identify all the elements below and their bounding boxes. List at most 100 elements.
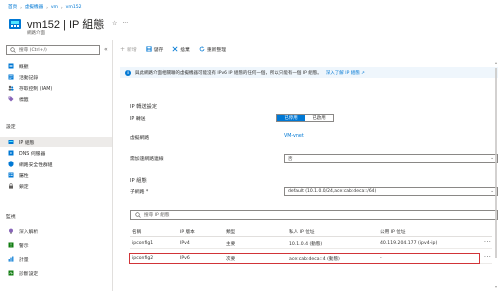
search-icon — [10, 47, 16, 53]
refresh-button-label: 重新整理 — [206, 47, 227, 53]
table-header: 名稱 IP 版本 類型 私人 IP 位址 公用 IP 位址 — [130, 227, 492, 237]
title-actions: ☆ ··· — [112, 20, 128, 27]
sidebar-item-label: IP 組態 — [19, 140, 35, 146]
collapse-menu-icon[interactable]: « — [104, 46, 108, 53]
row-more-icon[interactable]: ··· — [484, 254, 491, 261]
toggle-option-disabled[interactable]: 已停用 — [277, 115, 305, 121]
sidebar-item-access-control[interactable]: 存取控制 (IAM) — [0, 83, 112, 93]
sidebar-item-label: 深入解析 — [19, 229, 39, 235]
sidebar-item-insights[interactable]: 深入解析 — [0, 226, 112, 236]
column-header-ip-version[interactable]: IP 版本 — [180, 229, 195, 235]
sidebar-item-label: 診斷設定 — [19, 271, 39, 277]
sidebar-item-label: 標籤 — [19, 97, 29, 103]
page-subtitle: 網路介面 — [27, 31, 45, 36]
learn-more-link[interactable]: 深入了解 IP 組態 ↗ — [326, 70, 365, 76]
refresh-button[interactable]: 重新整理 — [199, 46, 226, 53]
resource-menu: 搜尋 (Ctrl+/) « 概觀 活動記錄 存取控制 (IAM) 標籤 設定 I… — [0, 40, 113, 291]
section-monitoring: 監視 — [6, 215, 16, 220]
info-icon: i — [125, 69, 131, 76]
tag-icon — [8, 96, 14, 102]
cell-private-ip: 10.1.0.4 (動態) — [289, 242, 323, 247]
plus-icon: + — [120, 45, 126, 53]
accelerated-networking-select[interactable]: 否 ⌄ — [284, 154, 498, 163]
column-header-type[interactable]: 類型 — [226, 229, 235, 235]
ip-configurations-heading: IP 組態 — [130, 178, 147, 184]
breadcrumb: 首頁 › 虛擬機器 › vm › vm152 — [8, 3, 82, 11]
sidebar-item-activity-log[interactable]: 活動記錄 — [0, 72, 112, 82]
properties-icon — [8, 172, 14, 178]
access-control-icon — [8, 85, 14, 91]
sidebar-item-diagnostic-settings[interactable]: 診斷設定 — [0, 268, 112, 278]
sidebar-item-label: 鎖定 — [19, 184, 29, 190]
sidebar-item-metrics[interactable]: 計量 — [0, 254, 112, 264]
sidebar-item-alerts[interactable]: 警示 — [0, 240, 112, 250]
section-settings: 設定 — [6, 125, 16, 130]
discard-button-label: 捨棄 — [180, 47, 190, 53]
ip-forwarding-label: IP 轉送 — [130, 117, 146, 122]
column-header-private-ip[interactable]: 私人 IP 位址 — [289, 229, 314, 235]
page-header: vm152 | IP 組態 網路介面 ☆ ··· — [8, 13, 308, 39]
sidebar-item-locks[interactable]: 鎖定 — [0, 181, 112, 191]
more-options-icon[interactable]: ··· — [122, 20, 128, 27]
breadcrumb-separator: › — [46, 4, 48, 10]
search-icon — [135, 212, 141, 218]
network-interface-icon — [9, 19, 21, 29]
accelerated-networking-label: 需加速網路連線 — [130, 157, 164, 162]
alerts-icon — [8, 242, 14, 248]
sidebar-item-network-security-group[interactable]: 網路安全性群組 — [0, 159, 112, 169]
sidebar-item-label: 網路安全性群組 — [19, 162, 53, 168]
sidebar-item-dns-servers[interactable]: D DNS 伺服器 — [0, 148, 112, 158]
sidebar-item-label: 存取控制 (IAM) — [19, 86, 53, 92]
column-header-public-ip[interactable]: 公用 IP 位址 — [380, 229, 405, 235]
command-bar: + 新增 儲存 捨棄 重新整理 — [114, 40, 500, 58]
row-more-icon[interactable]: ··· — [484, 239, 491, 246]
column-header-name[interactable]: 名稱 — [132, 229, 141, 235]
subnet-select[interactable]: default (10.1.0.0/24,ace:cab:deca::/64) … — [284, 187, 498, 196]
sidebar-item-overview[interactable]: 概觀 — [0, 61, 112, 71]
toggle-option-enabled[interactable]: 已啟用 — [305, 115, 333, 121]
sidebar-item-properties[interactable]: 屬性 — [0, 170, 112, 180]
sidebar-item-label: DNS 伺服器 — [19, 151, 46, 157]
cell-type: 主要 — [226, 242, 236, 247]
dns-icon: D — [8, 150, 14, 156]
cell-name: ipconfig1 — [132, 241, 154, 246]
subnet-value: default (10.1.0.0/24,ace:cab:deca::/64) — [288, 189, 377, 194]
add-button[interactable]: + 新增 — [120, 46, 137, 53]
breadcrumb-home[interactable]: 首頁 — [8, 4, 17, 10]
breadcrumb-virtual-machines[interactable]: 虛擬機器 — [25, 4, 43, 10]
pin-icon[interactable]: ☆ — [112, 20, 117, 27]
info-banner: i 與此網路介面相關聯的虛擬機器可能沒有 IPv6 IP 組態的任何一個，所以只… — [120, 67, 498, 78]
ip-forwarding-heading: IP 轉送設定 — [130, 104, 158, 110]
sidebar-item-ip-configurations[interactable]: IP 組態 — [0, 137, 112, 147]
menu-search-placeholder: 搜尋 (Ctrl+/) — [19, 48, 47, 53]
sidebar-item-tags[interactable]: 標籤 — [0, 94, 112, 104]
diagnostic-icon — [8, 270, 14, 276]
nsg-icon — [8, 161, 14, 167]
lock-icon — [9, 183, 13, 189]
breadcrumb-vm[interactable]: vm — [51, 5, 58, 10]
ip-config-search-input[interactable]: 搜尋 IP 組態 — [130, 210, 498, 220]
menu-search-input[interactable]: 搜尋 (Ctrl+/) — [6, 45, 100, 55]
main-content: + 新增 儲存 捨棄 重新整理 i 與此網路介面相關聯的虛擬機器可能沒有 IPv… — [114, 40, 500, 291]
overview-icon — [8, 63, 14, 69]
subnet-label: 子網路 * — [130, 190, 149, 195]
table-row[interactable]: ipconfig1 IPv4 主要 10.1.0.4 (動態) 40.119.2… — [130, 239, 492, 249]
ip-config-search-placeholder: 搜尋 IP 組態 — [144, 213, 170, 218]
breadcrumb-separator: › — [61, 4, 63, 10]
scrollbar[interactable] — [494, 60, 498, 290]
ip-forwarding-toggle[interactable]: 已停用 已啟用 — [276, 114, 334, 122]
sidebar-item-label: 計量 — [19, 257, 29, 263]
cell-public-ip: 40.119.204.177 (ipv4-ip) — [380, 241, 438, 246]
banner-text: 與此網路介面相關聯的虛擬機器可能沒有 IPv6 IP 組態的任何一個，所以只能有… — [135, 70, 322, 76]
virtual-network-label: 虛擬網路 — [130, 136, 150, 141]
close-icon — [172, 46, 178, 52]
discard-button[interactable]: 捨棄 — [172, 46, 190, 53]
refresh-icon — [199, 46, 205, 52]
metrics-icon — [8, 256, 14, 262]
accelerated-networking-value: 否 — [288, 156, 293, 162]
virtual-network-link[interactable]: VM-vnet — [284, 134, 304, 139]
save-button[interactable]: 儲存 — [146, 46, 163, 53]
breadcrumb-vm152[interactable]: vm152 — [66, 5, 82, 10]
sidebar-item-label: 屬性 — [19, 173, 29, 179]
sidebar-item-label: 概觀 — [19, 64, 29, 70]
